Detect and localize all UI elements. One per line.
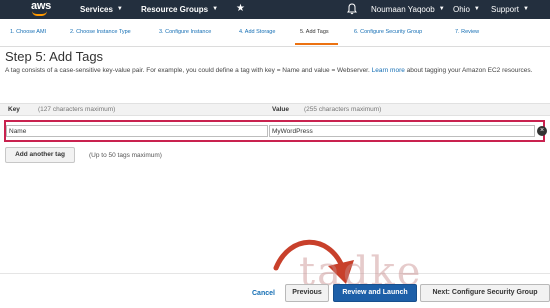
page-description: A tag consists of a case-sensitive key-v… [5, 66, 550, 75]
value-column-header: Value [272, 106, 289, 113]
step-configure-security-group[interactable]: 6. Configure Security Group [354, 29, 422, 35]
chevron-down-icon: ▼ [438, 6, 445, 12]
next-configure-security-group-button[interactable]: Next: Configure Security Group [420, 284, 550, 302]
chevron-down-icon: ▼ [473, 6, 480, 12]
learn-more-link[interactable]: Learn more [372, 67, 405, 74]
services-menu[interactable]: Services ▼ [80, 0, 123, 19]
page-title: Step 5: Add Tags [5, 49, 104, 64]
user-menu[interactable]: Noumaan Yaqoob ▼ [371, 0, 445, 19]
remove-tag-icon[interactable]: × [537, 126, 547, 136]
pin-icon[interactable]: ★ [236, 2, 245, 16]
review-and-launch-button[interactable]: Review and Launch [333, 284, 417, 302]
resource-groups-label: Resource Groups [141, 5, 209, 14]
user-name: Noumaan Yaqoob [371, 5, 435, 14]
chevron-down-icon: ▼ [116, 6, 123, 12]
region-name: Ohio [453, 5, 470, 14]
wizard-steps: 1. Choose AMI 2. Choose Instance Type 3.… [0, 19, 550, 47]
step-add-tags[interactable]: 5. Add Tags [300, 29, 329, 35]
step-review[interactable]: 7. Review [455, 29, 479, 35]
add-another-tag-button[interactable]: Add another tag [5, 147, 75, 163]
services-label: Services [80, 5, 113, 14]
resource-groups-menu[interactable]: Resource Groups ▼ [141, 0, 218, 19]
tag-key-input[interactable] [6, 125, 268, 137]
previous-button[interactable]: Previous [285, 284, 329, 302]
step-add-storage[interactable]: 4. Add Storage [239, 29, 275, 35]
value-column-hint: (255 characters maximum) [304, 106, 382, 113]
divider [0, 46, 550, 47]
cancel-link[interactable]: Cancel [252, 290, 275, 297]
tags-table-header: Key (127 characters maximum) Value (255 … [0, 103, 550, 116]
description-text: A tag consists of a case-sensitive key-v… [5, 67, 370, 74]
top-navigation-bar: aws Services ▼ Resource Groups ▼ ★ Noumaan… [0, 0, 550, 19]
support-menu[interactable]: Support ▼ [491, 0, 529, 19]
chevron-down-icon: ▼ [212, 6, 219, 12]
key-column-hint: (127 characters maximum) [38, 106, 116, 113]
step-configure-instance[interactable]: 3. Configure Instance [159, 29, 211, 35]
tag-limit-hint: (Up to 50 tags maximum) [89, 152, 162, 159]
chevron-down-icon: ▼ [523, 6, 529, 12]
description-tail: about tagging your Amazon EC2 resources. [406, 67, 533, 74]
step-choose-ami[interactable]: 1. Choose AMI [10, 29, 46, 35]
aws-logo-smile [32, 11, 47, 16]
tag-row: × [4, 120, 547, 142]
step-choose-instance-type[interactable]: 2. Choose Instance Type [70, 29, 131, 35]
key-column-header: Key [8, 106, 20, 113]
bell-icon[interactable] [347, 3, 357, 15]
support-label: Support [491, 5, 520, 14]
tag-value-input[interactable] [269, 125, 535, 137]
region-menu[interactable]: Ohio ▼ [453, 0, 480, 19]
active-step-indicator [295, 43, 338, 45]
